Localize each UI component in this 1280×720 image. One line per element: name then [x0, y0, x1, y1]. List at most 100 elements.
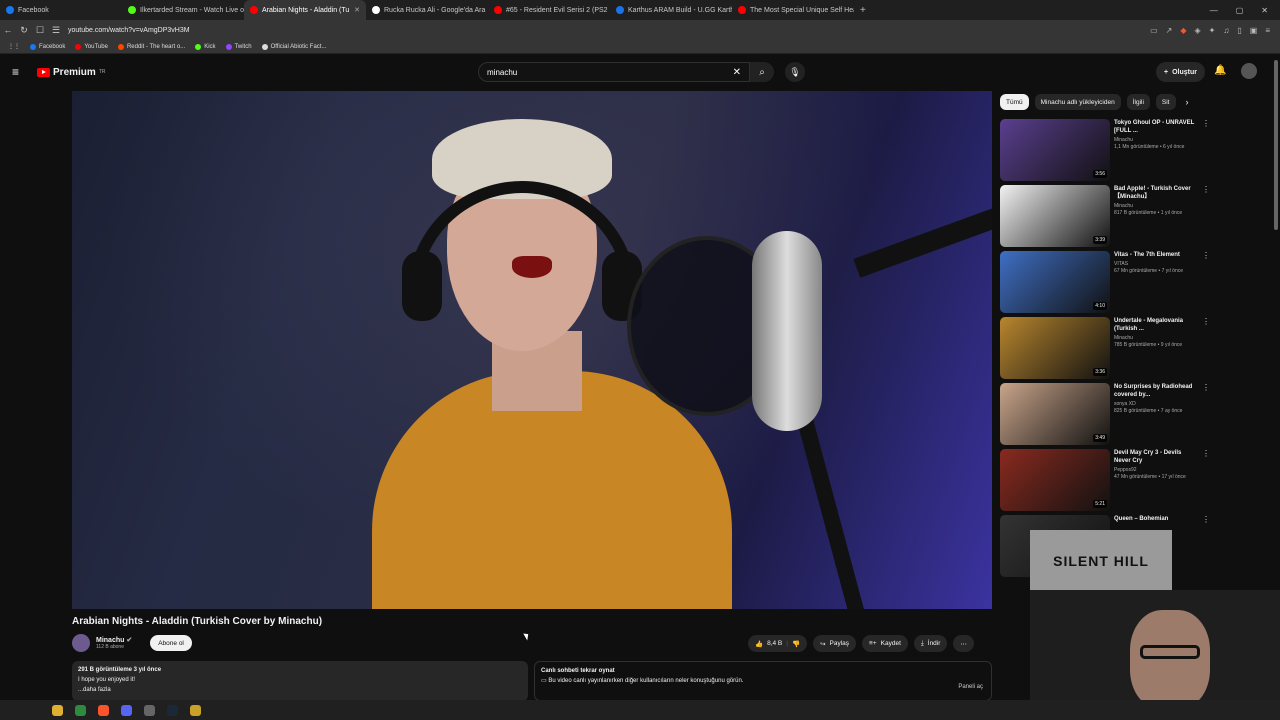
kebab-menu-icon[interactable]: ⋮	[1202, 449, 1210, 515]
discord-icon[interactable]	[121, 704, 132, 716]
browser-tab[interactable]: #65 - Resident Evil Serisi 2 (PS2 Dön...	[488, 0, 610, 20]
bookmark-item[interactable]: Official Abiotic Fact...	[261, 43, 326, 50]
video-thumbnail[interactable]: 3:56	[1000, 119, 1110, 181]
video-thumbnail[interactable]: 5:21	[1000, 449, 1110, 511]
steam-icon[interactable]	[167, 704, 178, 716]
clear-search-icon[interactable]: ✕	[733, 67, 741, 78]
file-explorer-icon[interactable]	[52, 704, 63, 716]
download-button[interactable]: ⤓ İndir	[913, 635, 948, 652]
rec-title[interactable]: Vitas - The 7th Element	[1114, 251, 1198, 259]
bookmark-item[interactable]: Facebook	[30, 43, 65, 50]
bookmark-label: YouTube	[84, 43, 108, 50]
chevron-right-icon[interactable]: ›	[1186, 94, 1189, 110]
region-code: TR	[98, 69, 106, 75]
recommended-video[interactable]: 3:49 No Surprises by Radiohead covered by…	[1000, 383, 1210, 449]
bookmark-item[interactable]: Twitch	[225, 43, 252, 50]
show-more-link[interactable]: ...daha fazla	[78, 685, 522, 695]
kebab-menu-icon[interactable]: ⋮	[1202, 251, 1210, 317]
recommended-video[interactable]: 5:21 Devil May Cry 3 - Devils Never Cry Pe…	[1000, 449, 1210, 515]
site-info-icon[interactable]: ☰	[48, 25, 64, 36]
share-button[interactable]: ↪ Paylaş	[813, 635, 857, 652]
brave-browser-icon[interactable]	[98, 704, 109, 716]
browser-tab[interactable]: Karthus ARAM Build - U.GG Karthus ...	[610, 0, 732, 20]
app-icon-green[interactable]	[75, 704, 86, 716]
like-button[interactable]: 👍 8,4 B | 👎	[748, 635, 808, 652]
bookmark-icon[interactable]: ☐	[32, 25, 48, 36]
recommended-video[interactable]: 3:36 Undertale - Megalovania (Turkish ...…	[1000, 317, 1210, 383]
bookmark-item[interactable]: Kick	[195, 43, 216, 50]
close-tab-icon[interactable]: ✕	[354, 6, 360, 14]
channel-name[interactable]: Minachu ✔	[96, 636, 132, 644]
create-button[interactable]: + Oluştur	[1156, 62, 1205, 82]
browser-tab[interactable]: Facebook	[0, 0, 122, 20]
voice-search-button[interactable]: 🎙	[785, 62, 805, 82]
kebab-menu-icon[interactable]: ⋮	[1202, 383, 1210, 449]
kebab-menu-icon[interactable]: ⋮	[1202, 185, 1210, 251]
brave-shield-icon[interactable]: ◆	[1180, 26, 1186, 35]
subscribe-button[interactable]: Abone ol	[150, 635, 192, 651]
kebab-menu-icon[interactable]: ⋮	[1202, 119, 1210, 185]
bookmark-favicon-icon	[195, 43, 202, 50]
share-icon[interactable]: ↗	[1166, 26, 1173, 35]
filter-chip[interactable]: Tümü	[1000, 94, 1029, 110]
notifications-bell-icon[interactable]: 🔔	[1214, 65, 1226, 76]
youtube-premium-logo[interactable]: Premium TR	[37, 67, 105, 78]
maximize-icon[interactable]: ▢	[1236, 6, 1244, 15]
browser-tab[interactable]: The Most Special Unique Self Heatin...	[732, 0, 854, 20]
page-scrollbar[interactable]	[1274, 60, 1278, 230]
browser-tab[interactable]: Ilkertarded Stream - Watch Live on Ki...	[122, 0, 244, 20]
rec-title[interactable]: Tokyo Ghoul OP - UNRAVEL [FULL ...	[1114, 119, 1198, 135]
close-window-icon[interactable]: ✕	[1261, 6, 1268, 15]
sidebar-icon[interactable]: ▯	[1237, 26, 1241, 35]
recommended-video[interactable]: 4:10 Vitas - The 7th Element VITAS 67 Mn gö…	[1000, 251, 1210, 317]
bookmark-label: Kick	[204, 43, 216, 50]
bookmark-favicon-icon	[30, 43, 36, 50]
puzzle-icon[interactable]: ✦	[1209, 26, 1216, 35]
recommended-video[interactable]: 3:56 Tokyo Ghoul OP - UNRAVEL [FULL ... Mi…	[1000, 119, 1210, 185]
video-player[interactable]	[72, 91, 992, 609]
video-thumbnail[interactable]: 3:49	[1000, 383, 1110, 445]
media-icon[interactable]: ♫	[1223, 26, 1229, 35]
rec-title[interactable]: Bad Apple! - Turkish Cover【Minachu】	[1114, 185, 1198, 201]
reload-icon[interactable]: ↻	[16, 25, 32, 36]
video-thumbnail[interactable]: 3:36	[1000, 317, 1110, 379]
apps-icon[interactable]: ⋮⋮	[8, 43, 20, 50]
menu-icon[interactable]: ≡	[1265, 26, 1270, 35]
rec-title[interactable]: Undertale - Megalovania (Turkish ...	[1114, 317, 1198, 333]
rec-title[interactable]: Devil May Cry 3 - Devils Never Cry	[1114, 449, 1198, 465]
bookmark-item[interactable]: Reddit - The heart o...	[117, 43, 185, 50]
recommended-video[interactable]: 3:39 Bad Apple! - Turkish Cover【Minachu】 M…	[1000, 185, 1210, 251]
more-actions-button[interactable]: ⋯	[953, 635, 974, 652]
back-icon[interactable]: ←	[0, 25, 16, 35]
search-input[interactable]: minachu ✕	[478, 62, 750, 82]
rec-title[interactable]: Queen – Bohemian	[1114, 515, 1198, 523]
thumbs-down-icon[interactable]: 👎	[792, 640, 800, 648]
kebab-menu-icon[interactable]: ⋮	[1202, 317, 1210, 383]
save-button[interactable]: ≡+ Kaydet	[862, 635, 908, 652]
filter-chip[interactable]: Sit	[1155, 94, 1176, 110]
search-button[interactable]: ⌕	[750, 62, 774, 82]
description-box[interactable]: 291 B görüntüleme 3 yıl önce I hope you …	[72, 661, 528, 701]
url-field[interactable]: youtube.com/watch?v=vAmgDP3vH3M	[68, 27, 190, 34]
channel-avatar[interactable]	[72, 634, 90, 652]
filter-chip[interactable]: İlgili	[1126, 94, 1150, 110]
browser-tab[interactable]: Rucka Rucka Ali - Google'da Ara	[366, 0, 488, 20]
kebab-menu-icon[interactable]: ⋮	[1202, 515, 1210, 581]
bookmark-item[interactable]: YouTube	[75, 43, 108, 50]
video-thumbnail[interactable]: 4:10	[1000, 251, 1110, 313]
app-icon-yellow[interactable]	[190, 704, 201, 716]
filter-chip[interactable]: Minachu adlı yükleyiciden	[1034, 94, 1121, 110]
browser-tab[interactable]: Arabian Nights - Aladdin (Tu ✕	[244, 0, 366, 20]
account-avatar[interactable]	[1241, 63, 1257, 79]
rec-title[interactable]: No Surprises by Radiohead covered by...	[1114, 383, 1198, 399]
cast-icon[interactable]: ▭	[1150, 26, 1158, 35]
minimize-icon[interactable]: —	[1210, 6, 1218, 15]
settings-icon[interactable]	[144, 704, 155, 716]
wallet-icon[interactable]: ▣	[1250, 26, 1258, 35]
video-thumbnail[interactable]: 3:39	[1000, 185, 1110, 247]
extension-icon[interactable]: ◈	[1195, 26, 1201, 35]
microphone-icon: 🎙	[789, 66, 801, 77]
open-panel-button[interactable]: Paneli aç	[958, 682, 983, 692]
new-tab-button[interactable]: +	[860, 5, 866, 16]
hamburger-menu-icon[interactable]: ≡	[12, 65, 19, 79]
